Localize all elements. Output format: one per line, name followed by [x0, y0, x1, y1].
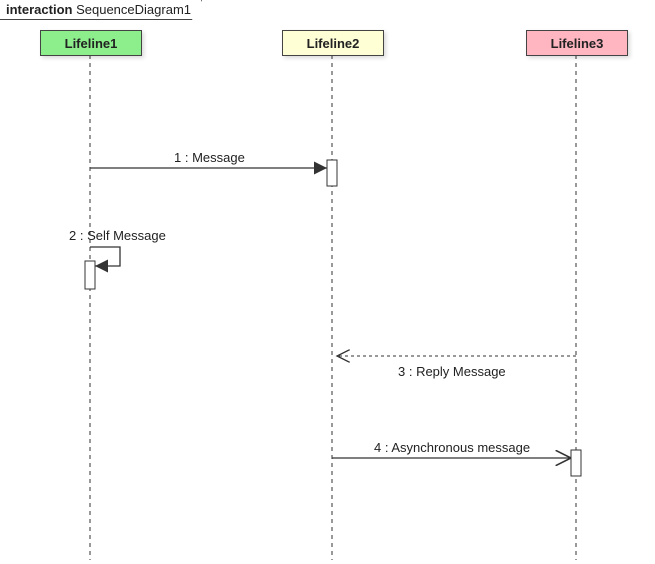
activation-l1-m2 — [85, 261, 95, 289]
activation-l2-m1 — [327, 160, 337, 186]
lifeline-3-label: Lifeline3 — [551, 36, 604, 51]
message-1-label: 1 : Message — [174, 150, 245, 165]
lifeline-3-header: Lifeline3 — [526, 30, 628, 56]
lifeline-1-header: Lifeline1 — [40, 30, 142, 56]
lifeline-2-header: Lifeline2 — [282, 30, 384, 56]
lifeline-2-label: Lifeline2 — [307, 36, 360, 51]
message-2-label: 2 : Self Message — [69, 228, 166, 243]
message-4-label: 4 : Asynchronous message — [374, 440, 530, 455]
lifeline-1-label: Lifeline1 — [65, 36, 118, 51]
message-3-label: 3 : Reply Message — [398, 364, 506, 379]
diagram-canvas — [0, 0, 655, 564]
activation-l3-m4 — [571, 450, 581, 476]
